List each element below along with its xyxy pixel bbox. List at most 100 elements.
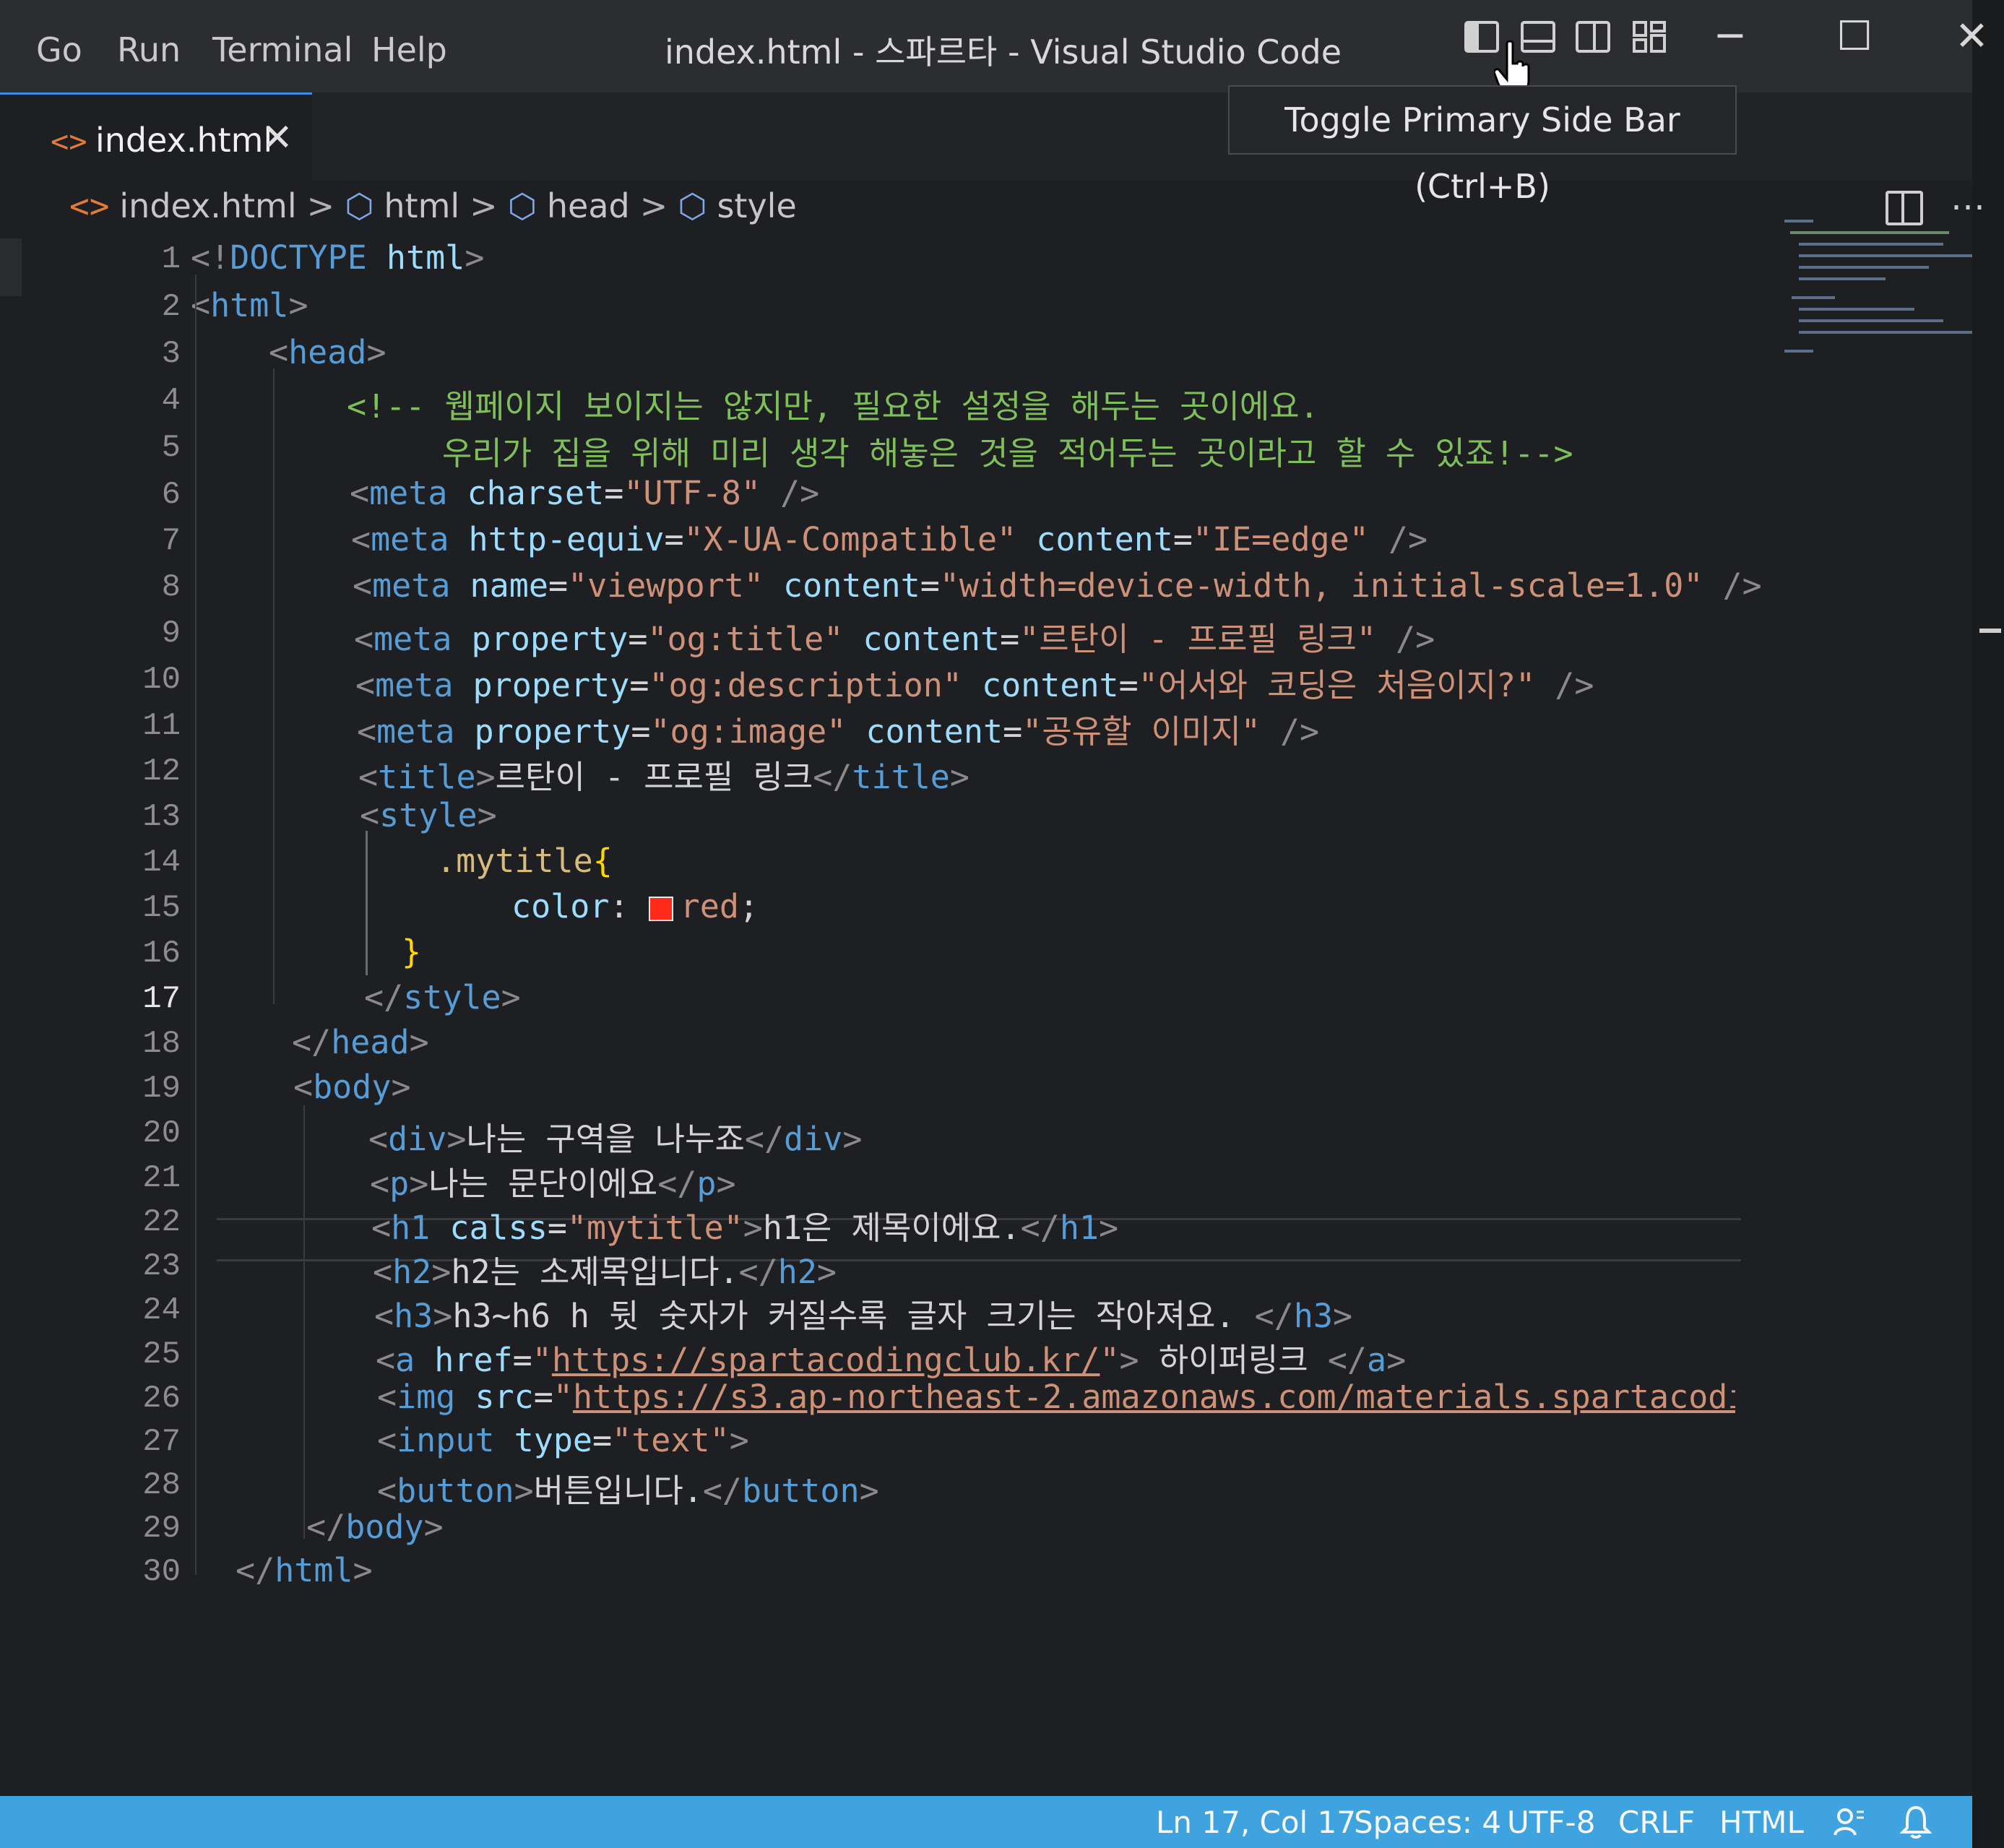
breadcrumb-head[interactable]: head bbox=[547, 186, 630, 225]
vscode-window: Go Run Terminal Help index.html - 스파르타 -… bbox=[0, 0, 2001, 1848]
code-line-2: <html> bbox=[191, 286, 308, 324]
code-line-21: <p>나는 문단이에요</p> bbox=[370, 1165, 736, 1203]
code-line-16: } bbox=[402, 933, 422, 971]
line-number: 7 bbox=[161, 523, 181, 559]
code-line-18: </head> bbox=[292, 1023, 429, 1061]
menu-go[interactable]: Go bbox=[36, 30, 82, 69]
element-cube-icon: ⬡ bbox=[507, 186, 537, 225]
line-number: 11 bbox=[142, 708, 181, 744]
code-line-5: 우리가 집을 위해 미리 생각 해놓은 것을 적어두는 곳이라고 할 수 있죠!… bbox=[442, 434, 1573, 472]
code-line-1: <!DOCTYPE html> bbox=[191, 238, 485, 277]
minimap-line bbox=[1784, 350, 1813, 353]
encoding[interactable]: UTF-8 bbox=[1507, 1805, 1595, 1840]
menu-run[interactable]: Run bbox=[117, 30, 181, 69]
code-line-9: <meta property="og:title" content="르탄이 -… bbox=[354, 620, 1435, 658]
breadcrumb-file[interactable]: index.html bbox=[119, 186, 296, 225]
menu-terminal[interactable]: Terminal bbox=[212, 30, 353, 69]
feedback-icon[interactable] bbox=[1832, 1806, 1867, 1838]
minimap-line bbox=[1799, 308, 1914, 311]
status-bar: Ln 17, Col 17 Spaces: 4 UTF-8 CRLF HTML bbox=[0, 1796, 1972, 1848]
chevron-right-icon: > bbox=[306, 186, 335, 225]
code-line-14: .mytitle{ bbox=[436, 842, 613, 880]
code-line-4: <!-- 웹페이지 보이지는 않지만, 필요한 설정을 해두는 곳이에요. bbox=[347, 387, 1319, 426]
code-line-17: </style> bbox=[364, 978, 521, 1016]
line-number: 9 bbox=[161, 616, 181, 652]
minimap-line bbox=[1790, 231, 1949, 234]
line-number: 8 bbox=[161, 569, 181, 605]
code-line-3: <head> bbox=[269, 333, 386, 371]
element-cube-icon: ⬡ bbox=[678, 186, 707, 225]
breadcrumb-style[interactable]: style bbox=[717, 186, 796, 225]
minimap[interactable] bbox=[1777, 217, 1994, 376]
window-title: index.html - 스파르타 - Visual Studio Code bbox=[665, 33, 1342, 72]
line-ending[interactable]: CRLF bbox=[1618, 1805, 1695, 1840]
code-line-26: <img src="https://s3.ap-northeast-2.amaz… bbox=[377, 1378, 1735, 1416]
title-bar: Go Run Terminal Help index.html - 스파르타 -… bbox=[0, 0, 1989, 97]
breadcrumb-html[interactable]: html bbox=[384, 186, 459, 225]
indent-guide bbox=[303, 1105, 305, 1539]
code-line-23: <h2>h2는 소제목입니다.</h2> bbox=[373, 1253, 837, 1291]
html-file-icon: <> bbox=[51, 124, 87, 159]
color-swatch-icon[interactable] bbox=[648, 897, 673, 921]
line-number: 3 bbox=[161, 336, 181, 372]
indent-guide bbox=[195, 275, 196, 1575]
img-src-url[interactable]: https://s3.ap-northeast-2.amazonaws.com/… bbox=[573, 1378, 1735, 1416]
line-number: 4 bbox=[161, 383, 181, 419]
maximize-button[interactable]: ☐ bbox=[1836, 13, 1873, 60]
code-line-11: <meta property="og:image" content="공유할 이… bbox=[357, 712, 1320, 751]
code-line-22: <h1 calss="mytitle">h1은 제목이에요.</h1> bbox=[371, 1209, 1119, 1247]
toggle-secondary-sidebar-icon[interactable] bbox=[1575, 19, 1611, 55]
line-number: 2 bbox=[161, 289, 181, 325]
link-url[interactable]: https://spartacodingclub.kr/ bbox=[552, 1341, 1100, 1379]
code-line-6: <meta charset="UTF-8" /> bbox=[350, 474, 820, 512]
minimap-line bbox=[1784, 220, 1813, 223]
chevron-right-icon: > bbox=[470, 186, 498, 225]
scrollbar-thumb[interactable] bbox=[1979, 629, 2001, 633]
minimap-line bbox=[1799, 243, 1943, 246]
line-number: 14 bbox=[142, 845, 181, 881]
line-number: 22 bbox=[142, 1204, 181, 1240]
close-tab-icon[interactable]: ✕ bbox=[262, 116, 293, 160]
language-mode[interactable]: HTML bbox=[1719, 1805, 1804, 1840]
notifications-bell-icon[interactable] bbox=[1900, 1805, 1932, 1839]
indent-guide bbox=[366, 831, 368, 975]
customize-layout-icon[interactable] bbox=[1631, 19, 1667, 55]
line-number: 25 bbox=[142, 1337, 181, 1373]
breadcrumb: <> index.html > ⬡ html > ⬡ head > ⬡ style bbox=[69, 186, 807, 225]
line-number: 5 bbox=[161, 430, 181, 466]
line-number: 26 bbox=[142, 1381, 181, 1417]
line-number: 12 bbox=[142, 754, 181, 790]
line-number: 15 bbox=[142, 890, 181, 926]
code-line-28: <button>버튼입니다.</button> bbox=[377, 1472, 879, 1510]
indentation[interactable]: Spaces: 4 bbox=[1354, 1805, 1501, 1840]
line-number: 18 bbox=[142, 1026, 181, 1062]
menu-help[interactable]: Help bbox=[371, 30, 447, 69]
close-window-button[interactable]: ✕ bbox=[1955, 13, 1989, 60]
minimap-line bbox=[1799, 254, 1972, 257]
tab-index-html[interactable]: <> index.html ✕ bbox=[0, 92, 312, 183]
minimap-line bbox=[1799, 331, 1972, 334]
code-editor[interactable]: 1 2 3 4 5 6 7 8 9 10 11 12 13 14 15 16 1… bbox=[0, 238, 1972, 1792]
line-number: 17 bbox=[142, 981, 181, 1017]
code-line-10: <meta property="og:description" content=… bbox=[355, 666, 1594, 704]
code-line-20: <div>나는 구역을 나누죠</div> bbox=[368, 1120, 863, 1158]
chevron-right-icon: > bbox=[639, 186, 668, 225]
line-number: 28 bbox=[142, 1467, 181, 1503]
code-line-29: </body> bbox=[306, 1508, 444, 1546]
line-number: 24 bbox=[142, 1292, 181, 1329]
line-number: 29 bbox=[142, 1511, 181, 1547]
cursor-position[interactable]: Ln 17, Col 17 bbox=[1156, 1805, 1356, 1840]
minimap-line bbox=[1799, 319, 1943, 322]
line-number: 6 bbox=[161, 477, 181, 513]
minimize-button[interactable]: ─ bbox=[1718, 13, 1742, 60]
line-number: 30 bbox=[142, 1554, 181, 1590]
code-line-7: <meta http-equiv="X-UA-Compatible" conte… bbox=[351, 520, 1428, 558]
code-line-24: <h3>h3~h6 h 뒷 숫자가 커질수록 글자 크기는 작아져요. </h3… bbox=[374, 1297, 1353, 1335]
line-number: 13 bbox=[142, 799, 181, 835]
line-number: 16 bbox=[142, 936, 181, 972]
line-number: 10 bbox=[142, 662, 181, 698]
code-line-12: <title>르탄이 - 프로필 링크</title> bbox=[358, 758, 969, 796]
code-line-15: color: red; bbox=[511, 887, 759, 925]
minimap-line bbox=[1799, 277, 1886, 280]
code-line-13: <style> bbox=[360, 796, 497, 834]
